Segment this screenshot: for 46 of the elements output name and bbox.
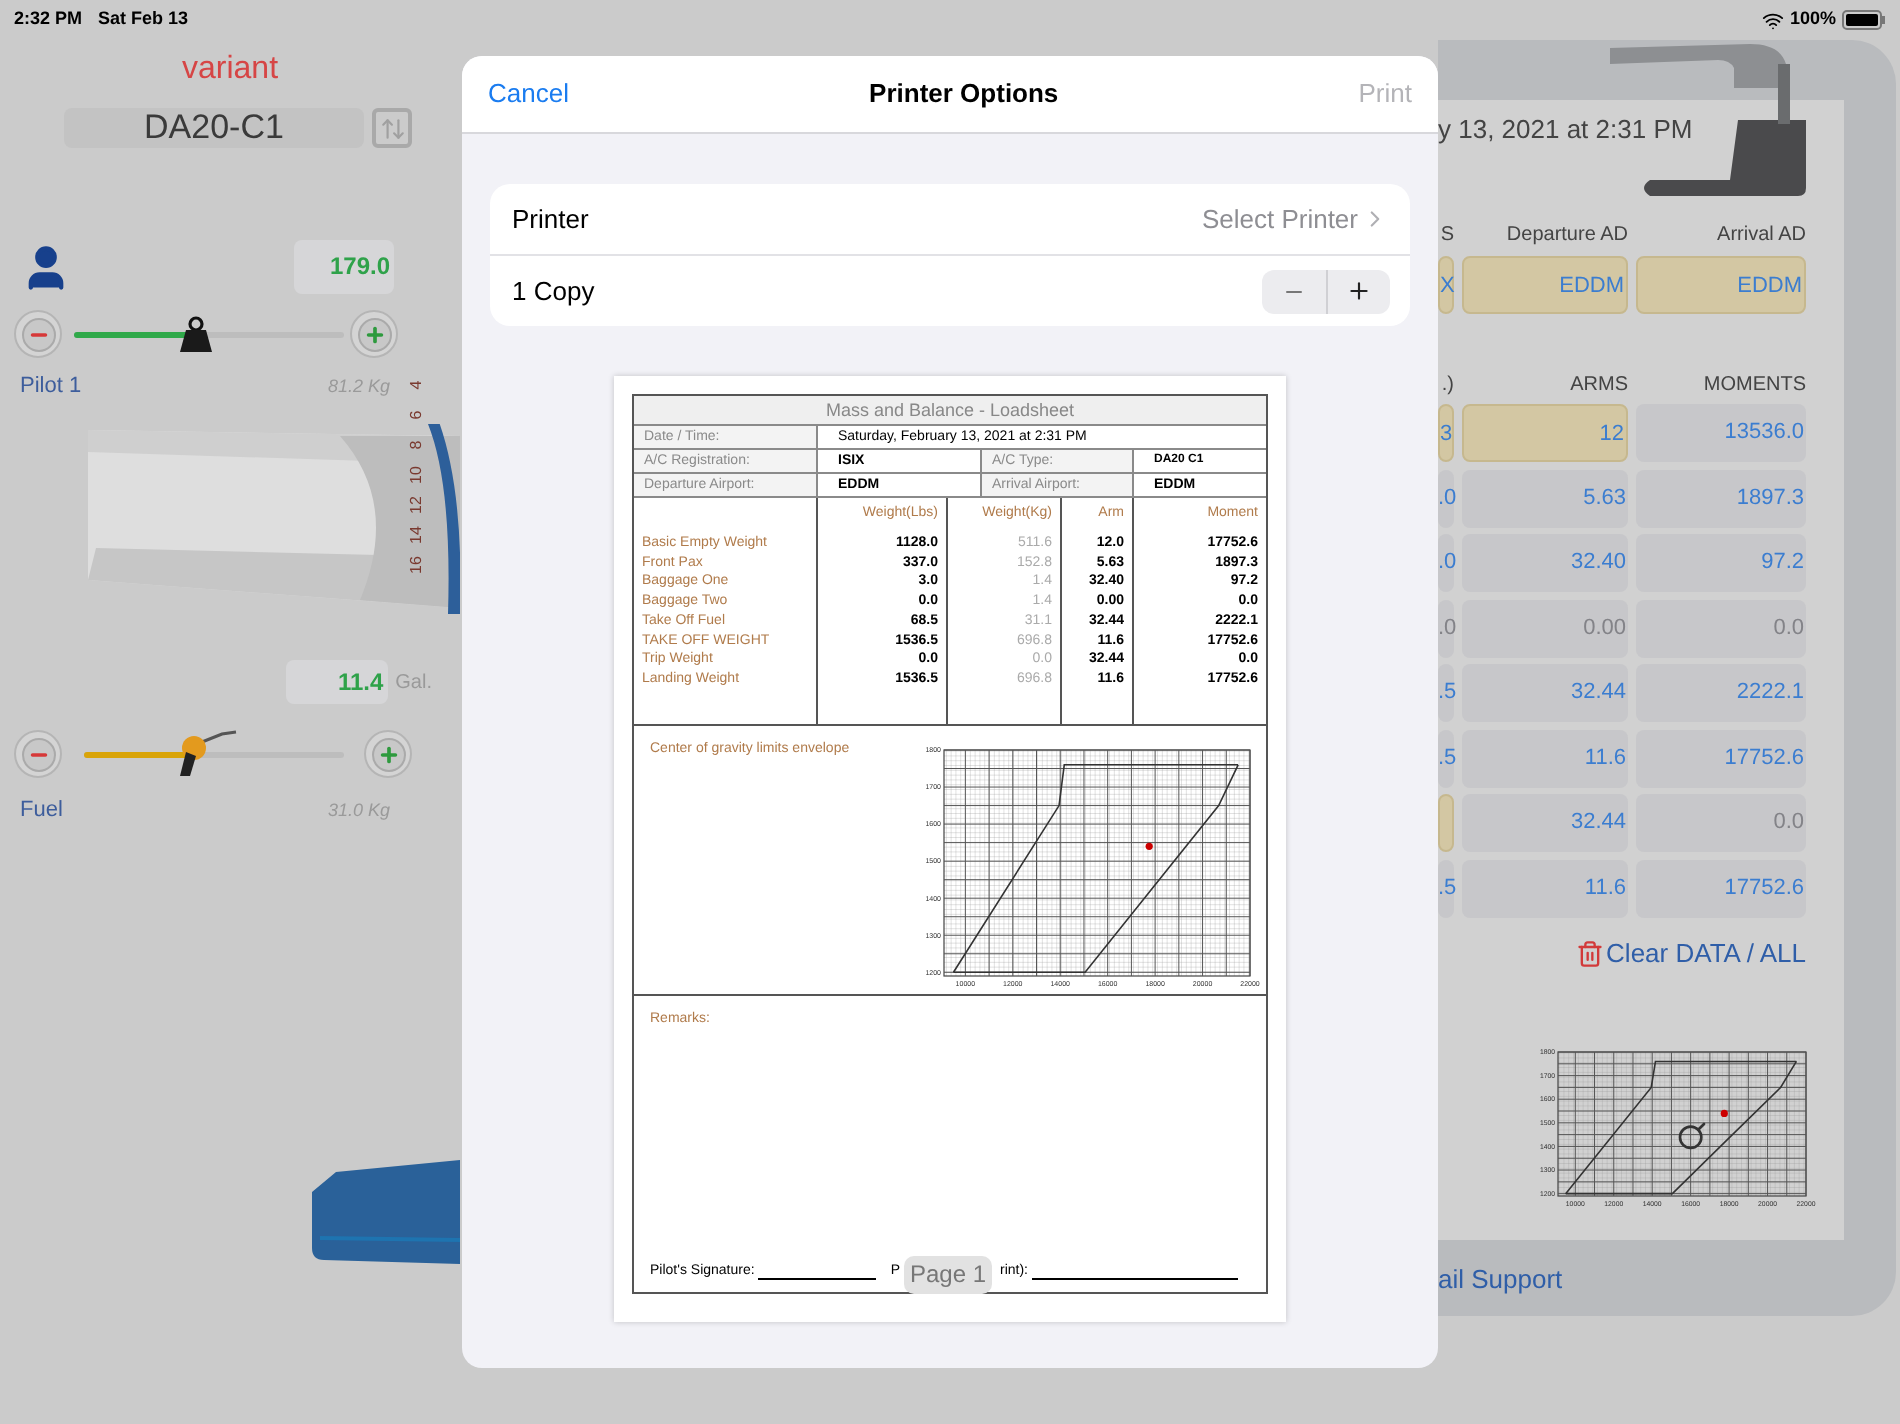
table-cell: .0 — [1438, 534, 1454, 592]
date-text: y 13, 2021 at 2:31 PM — [1438, 114, 1695, 146]
column-header: Departure AD — [1504, 224, 1628, 248]
copies-label: 1 Copy — [512, 273, 595, 310]
table-cell: 11.6 — [1462, 729, 1628, 787]
printer-value: Select Printer — [1201, 201, 1358, 238]
ruler-number: 4 — [404, 378, 426, 394]
ruler-number: 16 — [404, 554, 426, 578]
table-cell: 97.2 — [1636, 534, 1806, 592]
loadsheet-title: Mass and Balance - Loadsheet — [634, 396, 1266, 426]
table-cell: 13536.0 — [1636, 404, 1806, 462]
table-cell: .5 — [1438, 729, 1454, 787]
dialog-title: Printer Options — [869, 76, 1059, 113]
table-cell: 32.44 — [1462, 664, 1628, 722]
table-cell: .0 — [1438, 599, 1454, 657]
table-cell: 0.00 — [1462, 599, 1628, 657]
status-time: 2:32 PM — [14, 6, 83, 33]
table-cell: 5.63 — [1462, 469, 1628, 527]
table-cell: 11.6 — [1462, 859, 1628, 917]
table-cell: 2222.1 — [1636, 664, 1806, 722]
table-cell: 0.0 — [1636, 599, 1806, 657]
ruler-number: 6 — [404, 408, 426, 424]
column-header: S — [1438, 224, 1454, 248]
fuel-label: Fuel — [20, 796, 63, 824]
ruler-number: 12 — [404, 494, 426, 518]
table-cell: 0.0 — [1636, 794, 1806, 852]
column-header: ARMS — [1568, 374, 1628, 398]
status-date: Sat Feb 13 — [98, 6, 189, 33]
table-cell: .5 — [1438, 859, 1454, 917]
table-cell: 32.44 — [1462, 794, 1628, 852]
table-cell: 17752.6 — [1636, 859, 1806, 917]
ruler-number: 14 — [404, 524, 426, 548]
table-cell: .5 — [1438, 664, 1454, 722]
page-badge: Page 1 — [904, 1256, 992, 1294]
table-cell: .0 — [1438, 469, 1454, 527]
column-header: Arrival AD — [1715, 224, 1806, 248]
column-header: MOMENTS — [1701, 374, 1806, 398]
ruler-number: 8 — [404, 438, 426, 454]
column-header: .) — [1439, 374, 1454, 398]
ruler-number: 10 — [404, 464, 426, 488]
pilot-label: Pilot 1 — [20, 372, 82, 400]
variant-label: variant — [179, 50, 281, 90]
table-cell: 32.40 — [1462, 534, 1628, 592]
battery-percent: 100% — [1789, 6, 1836, 33]
table-cell: 1897.3 — [1636, 469, 1806, 527]
table-cell: 17752.6 — [1636, 729, 1806, 787]
